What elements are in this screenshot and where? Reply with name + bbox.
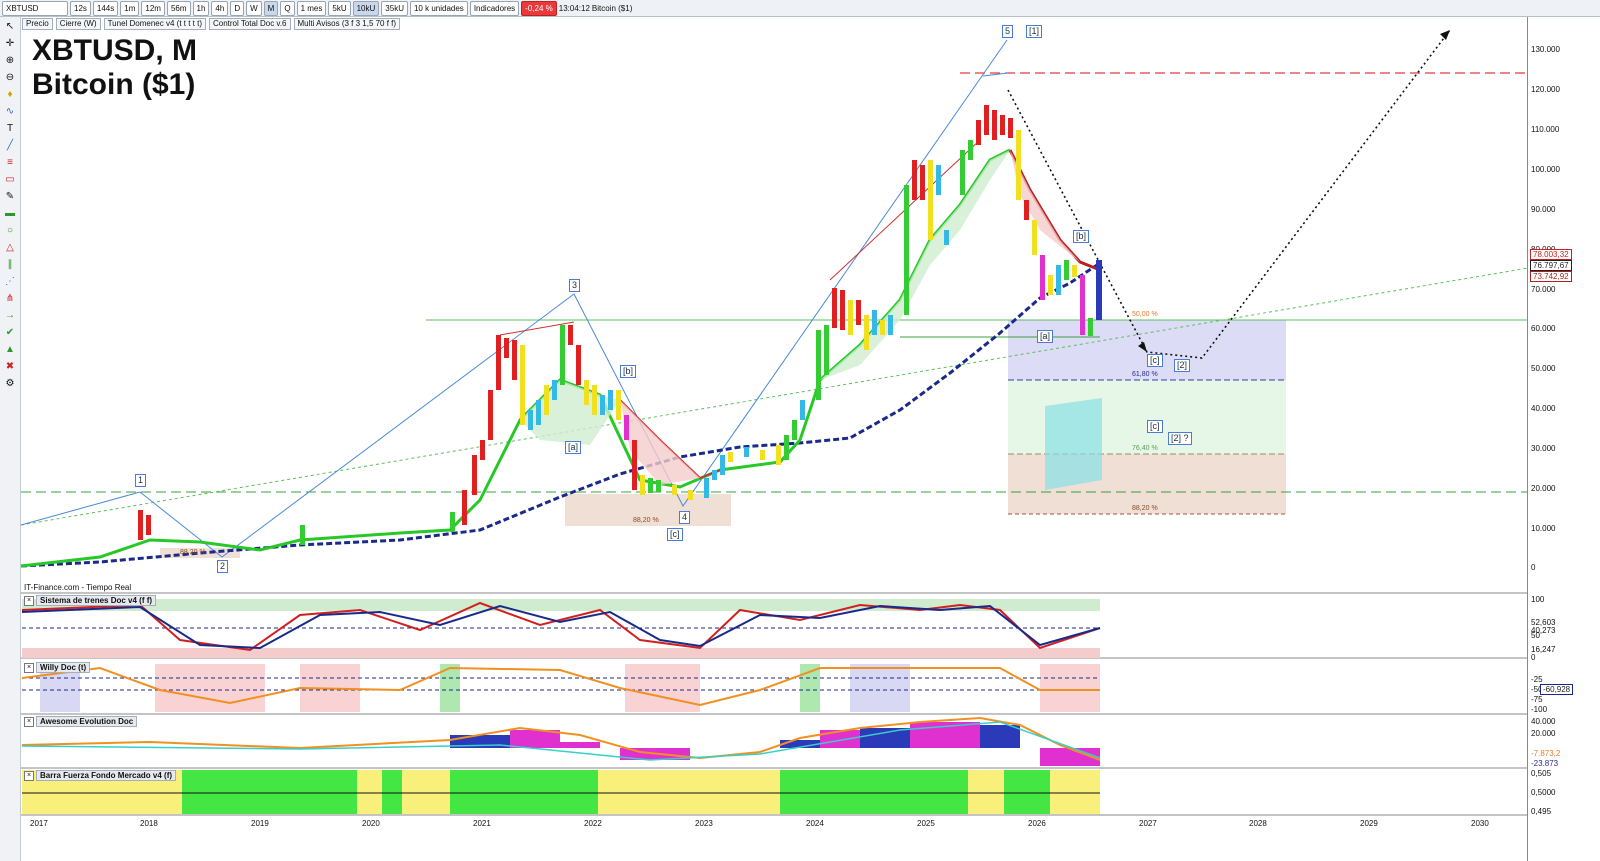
panel-tick: -23.873 [1531,759,1559,768]
price-tick: 110.000 [1531,125,1560,134]
wave-label[interactable]: 4 [679,511,691,524]
willy-value-box: -60,928 [1540,684,1574,695]
time-tick: 2027 [1139,819,1157,828]
panel-label[interactable]: Barra Fuerza Fondo Mercado v4 (f) [36,770,177,781]
awesome-histogram [450,722,1100,766]
wave-label[interactable]: 5 [1002,25,1014,38]
wave-label[interactable]: [b] [1073,230,1090,243]
price-tick: 0 [1531,563,1536,572]
price-tick: 100.000 [1531,165,1560,174]
fib-label: 88,20 % [633,517,659,524]
panel-tick: 20.000 [1531,729,1556,738]
fib-label: 76,40 % [1132,445,1158,452]
price-tick: 10.000 [1531,524,1556,533]
price-box: 76.797,67 [1530,260,1572,271]
time-tick: 2022 [584,819,602,828]
time-tick: 2018 [140,819,158,828]
price-tick: 70.000 [1531,285,1556,294]
time-tick: 2019 [251,819,269,828]
wave-label[interactable]: [a] [565,441,582,454]
fib-label: 88,20 % [1132,505,1158,512]
panel-title-willy: × Willy Doc (t) [24,662,91,673]
close-icon[interactable]: × [24,662,34,673]
panel-tick: 40.000 [1531,717,1556,726]
price-tick: 40.000 [1531,404,1556,413]
wave-label[interactable]: 3 [569,279,581,292]
wave-label[interactable]: [2] [1174,359,1191,372]
price-tick: 60.000 [1531,324,1556,333]
wave-label[interactable]: [c] [1147,354,1163,367]
fib-label: 61,80 % [1132,371,1158,378]
time-tick: 2030 [1471,819,1489,828]
time-tick: 2029 [1360,819,1378,828]
time-tick: 2017 [30,819,48,828]
panel-tick: -25 [1531,675,1543,684]
time-tick: 2025 [917,819,935,828]
data-credit: IT-Finance.com - Tiempo Real [24,583,132,592]
price-tick: 130.000 [1531,45,1560,54]
panel-label[interactable]: Awesome Evolution Doc [36,716,138,727]
panel-title-trenes: × Sistema de trenes Doc v4 (f f) [24,595,157,606]
wave-label[interactable]: [1] [1026,25,1043,38]
panel-label[interactable]: Sistema de trenes Doc v4 (f f) [36,595,157,606]
panel-tick: 100 [1531,595,1545,604]
price-box: 78.003,32 [1530,249,1572,260]
wave-label[interactable]: 2 [217,560,229,573]
time-tick: 2024 [806,819,824,828]
panel-tick: -75 [1531,695,1543,704]
panel-tick: 0,505 [1531,769,1552,778]
price-box: 73.742,92 [1530,271,1572,282]
chart-subtitle: Bitcoin ($1) [32,68,196,101]
price-tick: 20.000 [1531,484,1556,493]
panel-tick: -7.873,2 [1531,749,1561,758]
panel-label[interactable]: Willy Doc (t) [36,662,91,673]
close-icon[interactable]: × [24,595,34,606]
wave-label[interactable]: [b] [620,365,637,378]
fib-label: 50,00 % [1132,311,1158,318]
panel-title-fuerza: × Barra Fuerza Fondo Mercado v4 (f) [24,770,177,781]
wave-label[interactable]: [c] [667,528,683,541]
panel-title-awesome: × Awesome Evolution Doc [24,716,138,727]
time-tick: 2026 [1028,819,1046,828]
wave-label[interactable]: [a] [1037,330,1054,343]
wave-label[interactable]: 1 [135,474,147,487]
close-icon[interactable]: × [24,716,34,727]
fib-label: 88,20 % [180,549,206,556]
price-tick: 90.000 [1531,205,1556,214]
panel-tick: 0,495 [1531,807,1552,816]
price-tick: 50.000 [1531,364,1556,373]
price-axis[interactable]: 130.000 120.000 110.000 100.000 90.000 8… [1527,17,1600,861]
time-tick: 2021 [473,819,491,828]
time-tick: 2023 [695,819,713,828]
close-icon[interactable]: × [24,770,34,781]
time-tick: 2020 [362,819,380,828]
price-tick: 30.000 [1531,444,1556,453]
wave-label[interactable]: [2] ? [1168,432,1192,445]
chart-title: XBTUSD, M [32,34,197,67]
panel-tick: -100 [1531,705,1548,714]
wave-label[interactable]: [c] [1147,420,1163,433]
candles [138,105,1102,545]
price-chart[interactable] [0,0,1600,861]
panel-tick: 50 [1531,631,1540,640]
panel-tick: 0 [1531,653,1536,662]
panel-tick: 0,5000 [1531,788,1556,797]
price-tick: 120.000 [1531,85,1560,94]
time-tick: 2028 [1249,819,1267,828]
